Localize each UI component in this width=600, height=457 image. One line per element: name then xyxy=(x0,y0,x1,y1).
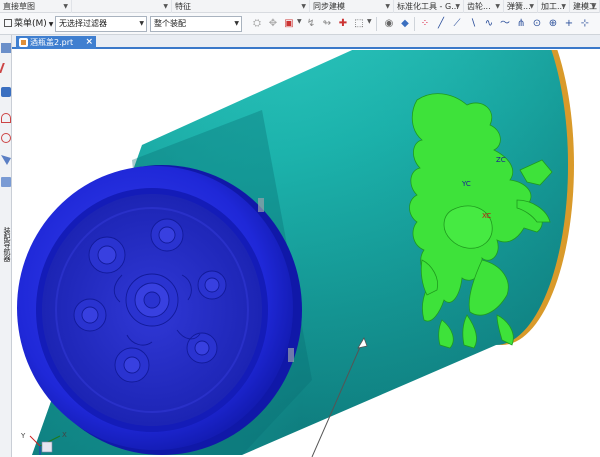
yc-label: YC xyxy=(461,180,471,188)
crosshair-icon[interactable]: ⊹ xyxy=(578,17,592,31)
solid-body-icon[interactable]: ◆ xyxy=(398,17,412,31)
quadrant-icon[interactable]: ⊕ xyxy=(546,17,560,31)
line-icon[interactable]: ╱ xyxy=(434,17,448,31)
rectangle-select-icon[interactable]: ⬚ xyxy=(352,17,366,31)
select-faces-icon[interactable]: ✥ xyxy=(266,17,280,31)
chevron-down-icon[interactable]: ▼ xyxy=(301,0,306,13)
snap-icon[interactable]: ⛭ xyxy=(250,17,264,31)
zc-label: ZC xyxy=(496,156,506,164)
navigator-icon[interactable] xyxy=(1,43,11,53)
graphics-viewport[interactable]: YC XC ZC Y X xyxy=(12,50,600,457)
spline-icon[interactable]: ∿ xyxy=(482,17,496,31)
arc-icon[interactable]: ∖ xyxy=(466,17,480,31)
chevron-down-icon[interactable]: ▼ xyxy=(63,0,68,13)
feature-select-icon[interactable]: ✚ xyxy=(336,17,350,31)
ribbon-group-7[interactable]: 加工... ▼ xyxy=(538,0,570,13)
snap-point-icon[interactable]: ↯ xyxy=(304,17,318,31)
intersection-icon[interactable]: ⋔ xyxy=(514,17,528,31)
history-icon[interactable] xyxy=(1,133,11,143)
ribbon-group-8[interactable]: 建模工 ▼ xyxy=(570,0,600,13)
assembly-navigator-label[interactable]: 装配导航器 xyxy=(1,227,11,262)
line-endpoint-icon[interactable]: ⟋ xyxy=(450,17,464,31)
triad-y-label: Y xyxy=(20,432,26,440)
chevron-down-icon[interactable]: ▼ xyxy=(455,0,460,13)
document-tab-bar: 酒瓶盖2.prt × xyxy=(12,35,600,49)
menu-button[interactable]: 菜单(M) ▼ xyxy=(2,16,55,32)
arc-tool-icon[interactable] xyxy=(1,113,11,123)
chevron-down-icon[interactable]: ▼ xyxy=(591,0,596,13)
select-box-icon[interactable]: ▣ xyxy=(282,17,296,31)
chevron-down-icon[interactable]: ▼ xyxy=(385,0,390,13)
ribbon-group-strip: 直接草图 ▼ ▼ 特征 ▼ 同步建模 ▼ 标准化工具 - G... ▼ 齿轮... ▼ 弹簧... ▼ 加… xyxy=(0,0,600,13)
part-icon[interactable] xyxy=(1,87,11,97)
chevron-down-icon[interactable]: ▼ xyxy=(163,0,168,13)
triad-x-label: X xyxy=(62,431,67,439)
curve-rule-icon[interactable]: ↬ xyxy=(320,17,334,31)
point-snap-icon[interactable]: ⁘ xyxy=(418,17,432,31)
sketch-icon[interactable] xyxy=(0,63,13,73)
menu-icon xyxy=(4,19,12,27)
view-orient-icon[interactable]: ◉ xyxy=(382,17,396,31)
document-tab[interactable]: 酒瓶盖2.prt × xyxy=(16,36,96,49)
view-triad: Y X xyxy=(20,428,70,456)
ribbon-group-1[interactable]: ▼ xyxy=(72,0,172,13)
resource-bar: 装配导航器 xyxy=(0,35,13,457)
ribbon-group-4[interactable]: 标准化工具 - G... ▼ xyxy=(394,0,464,13)
part-file-icon xyxy=(19,38,28,47)
xc-label: XC xyxy=(482,212,491,220)
chevron-down-icon[interactable]: ▼ xyxy=(495,0,500,13)
selection-toolbar: 菜单(M) ▼ 无选择过滤器 ▼ 整个装配 ▼ ⛭ ✥ ▣ ▼ ↯ ↬ ✚ ⬚ ▼ ◉… xyxy=(0,13,600,35)
ribbon-group-6[interactable]: 弹簧... ▼ xyxy=(504,0,538,13)
chevron-down-icon[interactable]: ▼ xyxy=(561,0,566,13)
point-icon[interactable]: + xyxy=(562,17,576,31)
close-icon[interactable]: × xyxy=(85,36,93,49)
roles-icon[interactable] xyxy=(1,155,11,165)
model-render: YC XC ZC xyxy=(17,50,574,457)
ribbon-group-2[interactable]: 特征 ▼ xyxy=(172,0,310,13)
selection-filter-dropdown[interactable]: 无选择过滤器 ▼ xyxy=(55,16,147,32)
circle-center-icon[interactable]: ⊙ xyxy=(530,17,544,31)
curve-icon[interactable]: 〜 xyxy=(498,17,512,31)
assembly-scope-dropdown[interactable]: 整个装配 ▼ xyxy=(150,16,242,32)
palette-icon[interactable] xyxy=(1,177,11,187)
ribbon-group-3[interactable]: 同步建模 ▼ xyxy=(310,0,394,13)
ribbon-group-0[interactable]: 直接草图 ▼ xyxy=(0,0,72,13)
ribbon-group-5[interactable]: 齿轮... ▼ xyxy=(464,0,504,13)
chevron-down-icon[interactable]: ▼ xyxy=(529,0,534,13)
